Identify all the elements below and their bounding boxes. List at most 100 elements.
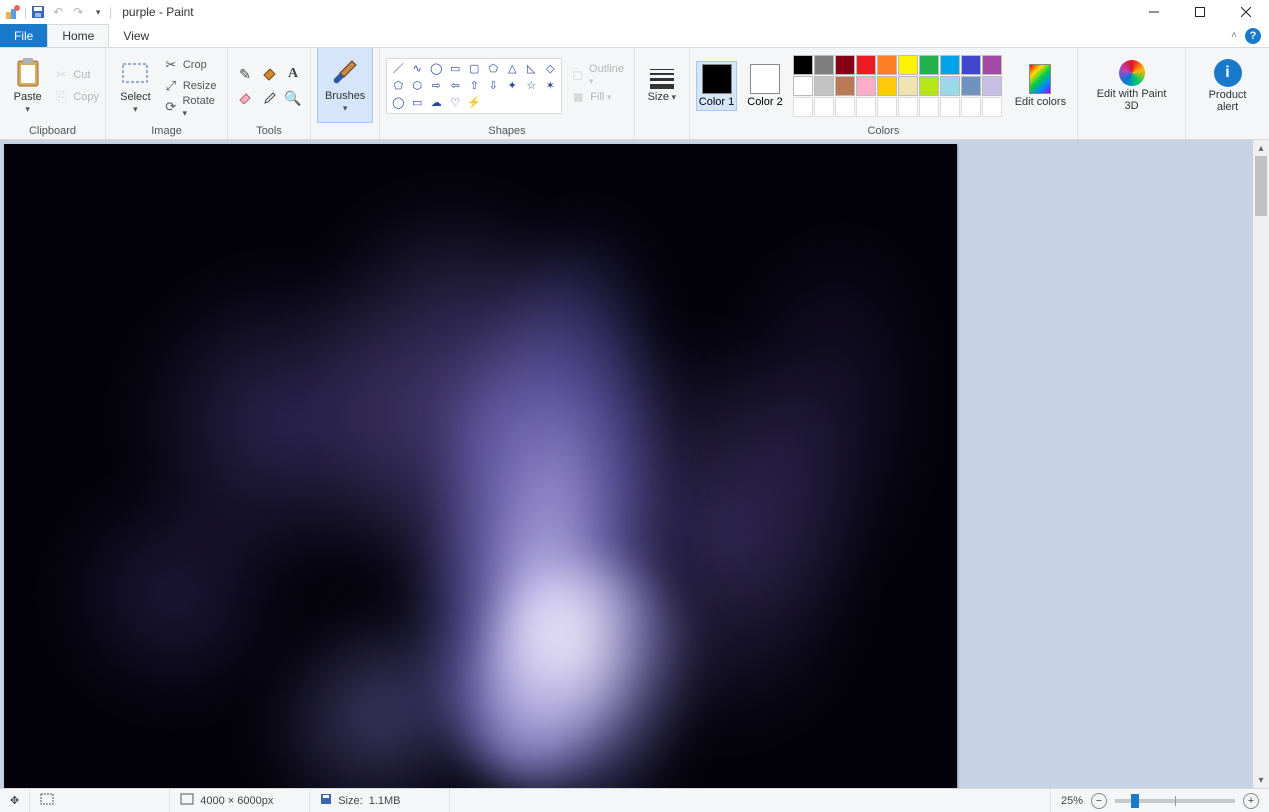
color-swatch[interactable] xyxy=(793,76,813,96)
color-swatch[interactable] xyxy=(877,76,897,96)
color-swatch[interactable] xyxy=(898,76,918,96)
shape-down-arrow[interactable]: ⇩ xyxy=(484,78,502,92)
paint-app-icon xyxy=(4,3,22,21)
undo-icon[interactable]: ↶ xyxy=(49,3,67,21)
color-swatch[interactable] xyxy=(793,55,813,75)
maximize-button[interactable] xyxy=(1177,0,1223,24)
custom-color-slot[interactable] xyxy=(898,97,918,117)
shape-rect[interactable]: ▭ xyxy=(446,61,464,75)
shape-cloud-callout[interactable]: ☁ xyxy=(427,95,445,109)
shape-hexagon[interactable]: ⬡ xyxy=(408,78,426,92)
custom-color-slot[interactable] xyxy=(877,97,897,117)
shape-oval[interactable]: ◯ xyxy=(427,61,445,75)
tab-file[interactable]: File xyxy=(0,24,47,47)
shape-round-callout[interactable]: ◯ xyxy=(389,95,407,109)
shape-pentagon[interactable]: ⬠ xyxy=(389,78,407,92)
minimize-button[interactable] xyxy=(1131,0,1177,24)
custom-color-slot[interactable] xyxy=(856,97,876,117)
text-tool[interactable]: A xyxy=(282,63,304,85)
minimize-ribbon-icon[interactable]: ˄ xyxy=(1231,30,1237,41)
shape-right-arrow[interactable]: ⇨ xyxy=(427,78,445,92)
fill-tool[interactable] xyxy=(258,63,280,85)
shape-right-triangle[interactable]: ◺ xyxy=(522,61,540,75)
edit-paint3d-button[interactable]: Edit with Paint 3D xyxy=(1084,53,1179,119)
color-swatch[interactable] xyxy=(856,55,876,75)
rotate-button[interactable]: ⟳Rotate xyxy=(163,97,221,117)
zoom-in-button[interactable]: + xyxy=(1243,793,1259,809)
shape-5star[interactable]: ☆ xyxy=(522,78,540,92)
shape-4star[interactable]: ✦ xyxy=(503,78,521,92)
color-swatch[interactable] xyxy=(982,55,1002,75)
vertical-scrollbar[interactable]: ▴ ▾ xyxy=(1253,140,1269,788)
shape-line[interactable]: ／ xyxy=(389,61,407,75)
copy-button[interactable]: ⎘Copy xyxy=(53,87,99,107)
paste-button[interactable]: Paste xyxy=(6,53,49,119)
close-button[interactable] xyxy=(1223,0,1269,24)
scroll-down-icon[interactable]: ▾ xyxy=(1253,772,1269,788)
color-swatch[interactable] xyxy=(835,55,855,75)
shape-6star[interactable]: ✶ xyxy=(541,78,559,92)
product-alert-button[interactable]: i Product alert xyxy=(1192,53,1263,119)
color2-button[interactable]: Color 2 xyxy=(745,62,784,110)
color-swatch[interactable] xyxy=(982,76,1002,96)
shape-heart[interactable]: ♡ xyxy=(446,95,464,109)
tab-home[interactable]: Home xyxy=(47,24,109,47)
shape-diamond[interactable]: ◇ xyxy=(541,61,559,75)
brushes-button[interactable]: Brushes xyxy=(317,47,373,123)
color-swatch[interactable] xyxy=(898,55,918,75)
shape-outline-button[interactable]: ◻Outline xyxy=(570,65,628,85)
custom-color-slot[interactable] xyxy=(982,97,1002,117)
color-swatch[interactable] xyxy=(961,55,981,75)
color-picker-tool[interactable] xyxy=(258,87,280,109)
shape-triangle[interactable]: △ xyxy=(503,61,521,75)
zoom-out-button[interactable]: − xyxy=(1091,793,1107,809)
custom-color-slot[interactable] xyxy=(961,97,981,117)
image-dimensions-cell: 4000 × 6000px xyxy=(170,789,310,812)
shape-polygon[interactable]: ⬠ xyxy=(484,61,502,75)
shape-fill-button[interactable]: ◼Fill xyxy=(570,87,628,107)
color-swatch[interactable] xyxy=(877,55,897,75)
color-swatch[interactable] xyxy=(835,76,855,96)
custom-color-slot[interactable] xyxy=(793,97,813,117)
scroll-thumb[interactable] xyxy=(1255,156,1267,216)
custom-color-slot[interactable] xyxy=(835,97,855,117)
cut-button[interactable]: ✂Cut xyxy=(53,65,99,85)
color-swatch[interactable] xyxy=(856,76,876,96)
scroll-up-icon[interactable]: ▴ xyxy=(1253,140,1269,156)
shape-up-arrow[interactable]: ⇧ xyxy=(465,78,483,92)
color-swatch[interactable] xyxy=(814,55,834,75)
edit-colors-button[interactable]: Edit colors xyxy=(1010,53,1071,119)
help-icon[interactable]: ? xyxy=(1245,28,1261,44)
shapes-gallery[interactable]: ／ ∿ ◯ ▭ ▢ ⬠ △ ◺ ◇ ⬠ ⬡ ⇨ ⇦ ⇧ ⇩ ✦ ☆ ✶ ◯ ▭ xyxy=(386,58,562,114)
color-swatch[interactable] xyxy=(940,55,960,75)
size-button[interactable]: Size xyxy=(641,53,683,119)
zoom-slider-thumb[interactable] xyxy=(1131,794,1139,808)
custom-color-slot[interactable] xyxy=(919,97,939,117)
shape-left-arrow[interactable]: ⇦ xyxy=(446,78,464,92)
shape-lightning[interactable]: ⚡ xyxy=(465,95,483,109)
resize-button[interactable]: ⤢Resize xyxy=(163,76,221,96)
color-swatch[interactable] xyxy=(940,76,960,96)
pencil-tool[interactable]: ✎ xyxy=(234,63,256,85)
custom-color-slot[interactable] xyxy=(814,97,834,117)
color1-button[interactable]: Color 1 xyxy=(696,61,737,111)
select-button[interactable]: Select xyxy=(112,53,159,119)
magnifier-tool[interactable]: 🔍 xyxy=(282,87,304,109)
image-canvas[interactable] xyxy=(4,144,957,788)
crop-button[interactable]: ✂Crop xyxy=(163,55,221,75)
save-icon[interactable] xyxy=(29,3,47,21)
shape-curve[interactable]: ∿ xyxy=(408,61,426,75)
redo-icon[interactable]: ↷ xyxy=(69,3,87,21)
color-swatch[interactable] xyxy=(961,76,981,96)
shape-roundrect[interactable]: ▢ xyxy=(465,61,483,75)
qat-customize-icon[interactable]: ▾ xyxy=(89,3,107,21)
tab-view[interactable]: View xyxy=(109,24,163,47)
size-lines-icon xyxy=(647,69,677,89)
color-swatch[interactable] xyxy=(919,76,939,96)
custom-color-slot[interactable] xyxy=(940,97,960,117)
shape-rect-callout[interactable]: ▭ xyxy=(408,95,426,109)
color-swatch[interactable] xyxy=(814,76,834,96)
eraser-tool[interactable] xyxy=(234,87,256,109)
zoom-slider[interactable] xyxy=(1115,799,1235,803)
color-swatch[interactable] xyxy=(919,55,939,75)
